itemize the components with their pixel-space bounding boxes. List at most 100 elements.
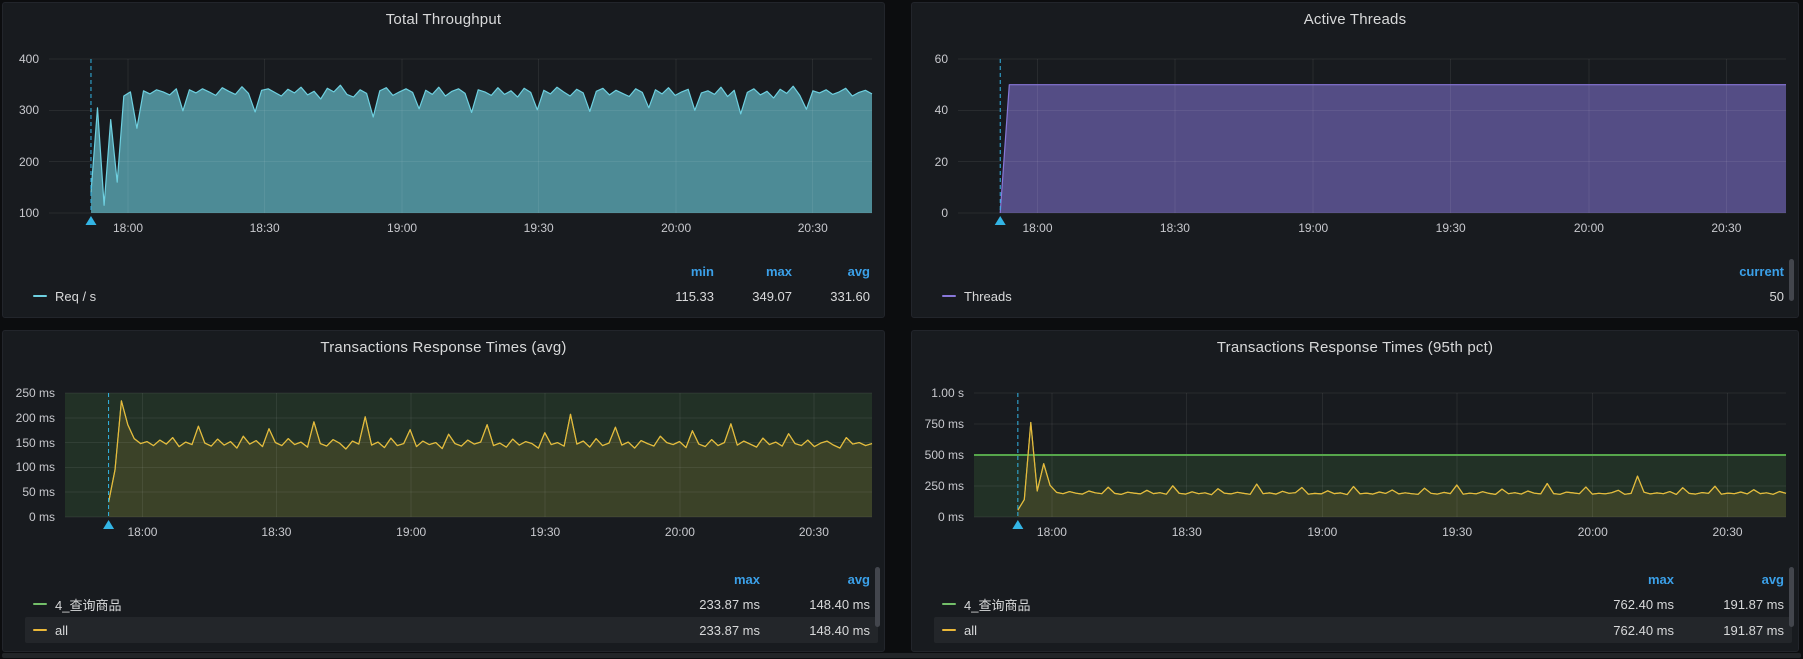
plot-canvas[interactable]: [49, 58, 873, 225]
plot-region[interactable]: [974, 392, 1787, 529]
plot-canvas[interactable]: [958, 58, 1786, 225]
y-axis: 60 40 20 0: [912, 52, 958, 220]
legend-column-header[interactable]: max: [1564, 572, 1674, 587]
y-axis-tick-label: 750 ms: [924, 417, 964, 431]
legend-value: 115.33: [675, 288, 714, 304]
y-axis-tick-label: 200: [18, 154, 39, 169]
plot-region[interactable]: [958, 58, 1786, 225]
legend-column-header[interactable]: min: [636, 264, 714, 279]
legend-series-label[interactable]: 4_查询商品: [55, 595, 121, 614]
legend-column-header[interactable]: max: [650, 572, 760, 587]
legend-value: 349.07: [752, 288, 792, 304]
legend-row: 4_查询商品 233.87 ms 148.40 ms: [25, 591, 878, 617]
legend-value: 233.87 ms: [699, 622, 760, 638]
chart-area: 400 300 200 100: [3, 52, 884, 225]
legend-value: 148.40 ms: [809, 596, 870, 612]
legend-series-label[interactable]: Threads: [964, 289, 1012, 304]
x-axis-tick-label: 18:30: [261, 525, 292, 539]
x-axis-tick-label: 18:00: [112, 221, 144, 235]
legend-row: Req / s 115.33 349.07 331.60: [25, 283, 878, 309]
y-axis-tick-label: 300: [18, 103, 39, 118]
legend-value: 762.40 ms: [1613, 622, 1674, 638]
legend-column-header[interactable]: avg: [792, 264, 870, 279]
plot-canvas[interactable]: [65, 392, 873, 529]
legend-header-row: min max avg: [25, 259, 878, 283]
y-axis-tick-label: 1.00 s: [931, 386, 964, 400]
y-axis-tick-label: 100 ms: [15, 460, 55, 475]
y-axis-tick-label: 0: [941, 206, 948, 220]
legend-row: all 762.40 ms 191.87 ms: [934, 617, 1792, 643]
x-axis-tick-label: 18:30: [249, 221, 280, 235]
legend: current Threads 50: [912, 259, 1798, 317]
legend-row: all 233.87 ms 148.40 ms: [25, 617, 878, 643]
legend-value: 331.60: [830, 288, 870, 304]
y-axis-tick-label: 150 ms: [15, 435, 55, 450]
y-axis-tick-label: 250 ms: [15, 386, 55, 400]
y-axis-tick-label: 250 ms: [924, 479, 964, 493]
y-axis-tick-label: 400: [18, 52, 39, 66]
plot-region[interactable]: [65, 392, 873, 529]
x-axis-tick-label: 20:00: [1573, 221, 1604, 235]
panel-title[interactable]: Transactions Response Times (95th pct): [912, 331, 1798, 363]
legend-column-header[interactable]: current: [1714, 264, 1784, 279]
panel-active-threads: Active Threads 60 40 20 0 18:00 18:30 19:00 19…: [911, 2, 1799, 318]
x-axis-tick-label: 18:30: [1159, 221, 1190, 235]
y-axis-tick-label: 60: [934, 52, 948, 66]
legend: min max avg Req / s 115.33 349.07 331.60: [3, 259, 884, 317]
series-color-dash-icon: [942, 629, 956, 631]
panel-total-throughput: Total Throughput 400 300 200 100 18:00 18:30…: [2, 2, 885, 318]
x-axis-tick-label: 19:30: [523, 221, 554, 235]
y-axis-tick-label: 50 ms: [22, 485, 55, 500]
y-axis-tick-label: 200 ms: [15, 410, 55, 425]
legend-header-row: max avg: [934, 567, 1792, 591]
x-axis-tick-label: 20:30: [798, 525, 829, 539]
series-color-dash-icon: [33, 603, 47, 605]
legend-header-row: max avg: [25, 567, 878, 591]
legend-series-label[interactable]: Req / s: [55, 289, 96, 304]
series-color-dash-icon: [33, 629, 47, 631]
chart-area: 60 40 20 0: [912, 52, 1798, 225]
legend-scrollbar-thumb[interactable]: [875, 567, 880, 628]
x-axis-tick-label: 20:30: [797, 221, 828, 235]
horizontal-scrollbar[interactable]: [2, 653, 1801, 658]
plot-canvas[interactable]: [974, 392, 1787, 529]
legend-scrollbar-thumb[interactable]: [1789, 567, 1794, 628]
series-area-fill: [1000, 84, 1786, 213]
panel-title[interactable]: Transactions Response Times (avg): [3, 331, 884, 363]
y-axis-tick-label: 0 ms: [937, 510, 964, 524]
chart-area: 1.00 s 750 ms 500 ms 250 ms 0 ms: [912, 386, 1798, 529]
y-axis: 400 300 200 100: [3, 52, 49, 220]
panel-title[interactable]: Total Throughput: [3, 3, 884, 35]
legend-value: 148.40 ms: [809, 622, 870, 638]
x-axis-tick-label: 20:00: [1577, 525, 1608, 539]
y-axis-tick-label: 20: [934, 154, 948, 169]
legend-column-header[interactable]: avg: [760, 572, 870, 587]
y-axis: 250 ms 200 ms 150 ms 100 ms 50 ms 0 ms: [3, 386, 65, 524]
legend-column-header[interactable]: max: [714, 264, 792, 279]
y-axis-tick-label: 40: [934, 103, 948, 118]
x-axis-tick-label: 18:30: [1171, 525, 1202, 539]
panel-title[interactable]: Active Threads: [912, 3, 1798, 35]
x-axis-tick-label: 19:00: [387, 221, 418, 235]
y-axis: 1.00 s 750 ms 500 ms 250 ms 0 ms: [912, 386, 974, 524]
panel-response-times-avg: Transactions Response Times (avg) 250 ms…: [2, 330, 885, 652]
legend-row: 4_查询商品 762.40 ms 191.87 ms: [934, 591, 1792, 617]
legend-scrollbar-thumb[interactable]: [1789, 259, 1794, 301]
plot-region[interactable]: [49, 58, 873, 225]
legend: max avg 4_查询商品 762.40 ms 191.87 ms all 762.40 …: [912, 567, 1798, 651]
x-axis-tick-label: 20:30: [1712, 525, 1743, 539]
y-axis-tick-label: 0 ms: [28, 510, 55, 524]
x-axis-tick-label: 20:00: [664, 525, 695, 539]
legend-series-label[interactable]: all: [964, 623, 977, 638]
legend-header-row: current: [934, 259, 1792, 283]
series-color-dash-icon: [942, 295, 956, 297]
legend-series-label[interactable]: all: [55, 623, 68, 638]
legend-series-label[interactable]: 4_查询商品: [964, 595, 1030, 614]
x-axis-tick-label: 18:00: [1036, 525, 1067, 539]
legend-column-header[interactable]: avg: [1674, 572, 1784, 587]
x-axis-tick-label: 19:30: [1442, 525, 1473, 539]
chart-area: 250 ms 200 ms 150 ms 100 ms 50 ms 0 ms: [3, 386, 884, 529]
x-axis-tick-label: 19:00: [1298, 221, 1329, 235]
x-axis-tick-label: 19:00: [1307, 525, 1338, 539]
x-axis: 18:00 18:30 19:00 19:30 20:00 20:30: [974, 517, 1786, 543]
